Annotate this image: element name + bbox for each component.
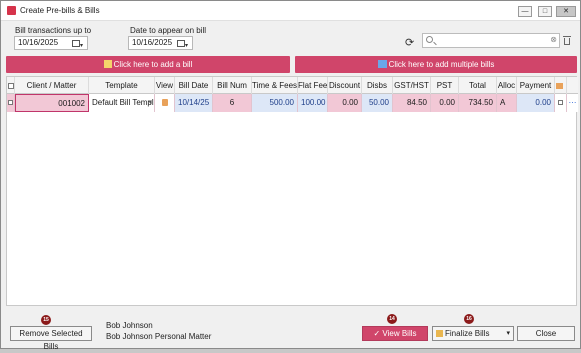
col-flat-fee[interactable]: Flat Fee <box>298 77 328 94</box>
cell-disbs[interactable]: 50.00 <box>362 94 393 112</box>
col-gst-hst[interactable]: GST/HST <box>393 77 431 94</box>
remove-selected-bills-button[interactable]: Remove Selected Bills <box>10 326 92 351</box>
cell-print-checkbox[interactable] <box>555 94 567 112</box>
bill-date-field[interactable]: 10/16/2025 ▾ <box>128 36 193 50</box>
multiple-documents-icon <box>377 60 387 68</box>
badge-view: 14 <box>387 314 397 324</box>
add-multiple-bills-button[interactable]: Click here to add multiple bills <box>295 56 577 73</box>
badge-finalize: 16 <box>464 314 474 324</box>
col-discount[interactable]: Discount <box>328 77 362 94</box>
matter-name: Bob Johnson Personal Matter <box>106 332 212 341</box>
badge-remove: 15 <box>41 315 51 325</box>
add-bill-button[interactable]: Click here to add a bill <box>6 56 290 73</box>
view-bills-button[interactable]: ✓ View Bills <box>362 326 428 341</box>
view-bills-label: View Bills <box>382 329 417 338</box>
grid-header: Client / Matter Template View Bill Date … <box>7 77 578 94</box>
calendar-icon[interactable]: ▾ <box>72 39 84 49</box>
document-icon <box>103 60 112 68</box>
window-title: Create Pre-bills & Bills <box>20 6 100 15</box>
cell-client-matter[interactable]: 001002 <box>15 94 89 112</box>
col-payment[interactable]: Payment <box>517 77 555 94</box>
row-actions-icon[interactable]: ⋯ <box>567 94 578 112</box>
col-pst[interactable]: PST <box>431 77 459 94</box>
finalize-label: Finalize Bills <box>445 329 490 338</box>
cell-pst[interactable]: 0.00 <box>431 94 459 112</box>
table-row[interactable]: 001002 Default Bill Templ... ▾ 10/14/25 … <box>7 94 578 112</box>
col-template[interactable]: Template <box>89 77 155 94</box>
view-bill-icon[interactable] <box>161 99 168 107</box>
client-name: Bob Johnson <box>106 321 153 330</box>
check-icon: ✓ <box>373 329 381 338</box>
refresh-icon[interactable]: ⟳ <box>405 36 414 49</box>
cell-view[interactable] <box>155 94 175 112</box>
col-bill-num[interactable]: Bill Num <box>213 77 252 94</box>
col-disbs[interactable]: Disbs <box>362 77 393 94</box>
clear-search-icon[interactable]: ⊗ <box>550 35 557 44</box>
trash-icon[interactable] <box>563 36 571 45</box>
calendar-icon[interactable]: ▾ <box>177 39 189 49</box>
search-icon <box>426 36 433 43</box>
create-prebills-window: Create Pre-bills & Bills — □ ✕ Bill tran… <box>0 0 581 351</box>
cell-template[interactable]: Default Bill Templ... ▾ <box>89 94 155 112</box>
txn-date-value: 10/16/2025 <box>18 38 59 47</box>
col-client-matter[interactable]: Client / Matter <box>15 77 89 94</box>
col-total[interactable]: Total <box>459 77 497 94</box>
template-value: Default Bill Templ... <box>92 98 155 107</box>
add-bill-label: Click here to add a bill <box>113 60 193 69</box>
close-button[interactable]: Close <box>517 326 575 341</box>
cell-bill-date[interactable]: 10/14/25 <box>175 94 213 112</box>
app-icon <box>7 6 16 15</box>
col-extra <box>567 77 578 94</box>
col-view[interactable]: View <box>155 77 175 94</box>
txn-date-field[interactable]: 10/16/2025 ▾ <box>14 36 88 50</box>
maximize-button[interactable]: □ <box>538 6 552 17</box>
cell-payment[interactable]: 0.00 <box>517 94 555 112</box>
minimize-button[interactable]: — <box>518 6 532 17</box>
cell-bill-num[interactable]: 6 <box>213 94 252 112</box>
col-time-fees[interactable]: Time & Fees <box>252 77 298 94</box>
chevron-down-icon[interactable]: ▾ <box>148 94 152 112</box>
select-all-checkbox[interactable] <box>7 77 15 94</box>
cell-time-fees[interactable]: 500.00 <box>252 94 298 112</box>
cell-flat-fee[interactable]: 100.00 <box>298 94 328 112</box>
txn-date-label: Bill transactions up to <box>15 26 92 35</box>
col-print-icon[interactable] <box>555 77 567 94</box>
bills-grid: Client / Matter Template View Bill Date … <box>6 76 578 306</box>
close-window-button[interactable]: ✕ <box>556 6 576 17</box>
row-checkbox[interactable] <box>7 94 15 112</box>
search-input[interactable]: ⊗ <box>422 33 560 48</box>
cell-alloc[interactable]: A <box>497 94 517 112</box>
bill-date-value: 10/16/2025 <box>132 38 173 47</box>
finalize-bills-dropdown[interactable]: Finalize Bills ▾ <box>432 326 514 341</box>
finalize-icon <box>436 330 443 337</box>
bill-date-label: Date to appear on bill <box>130 26 207 35</box>
title-bar: Create Pre-bills & Bills — □ ✕ <box>1 1 580 21</box>
col-bill-date[interactable]: Bill Date <box>175 77 213 94</box>
cell-discount[interactable]: 0.00 <box>328 94 362 112</box>
add-multiple-label: Click here to add multiple bills <box>388 60 495 69</box>
cell-total[interactable]: 734.50 <box>459 94 497 112</box>
chevron-down-icon[interactable]: ▾ <box>506 327 510 340</box>
col-alloc[interactable]: Alloc <box>497 77 517 94</box>
cell-gst-hst[interactable]: 84.50 <box>393 94 431 112</box>
